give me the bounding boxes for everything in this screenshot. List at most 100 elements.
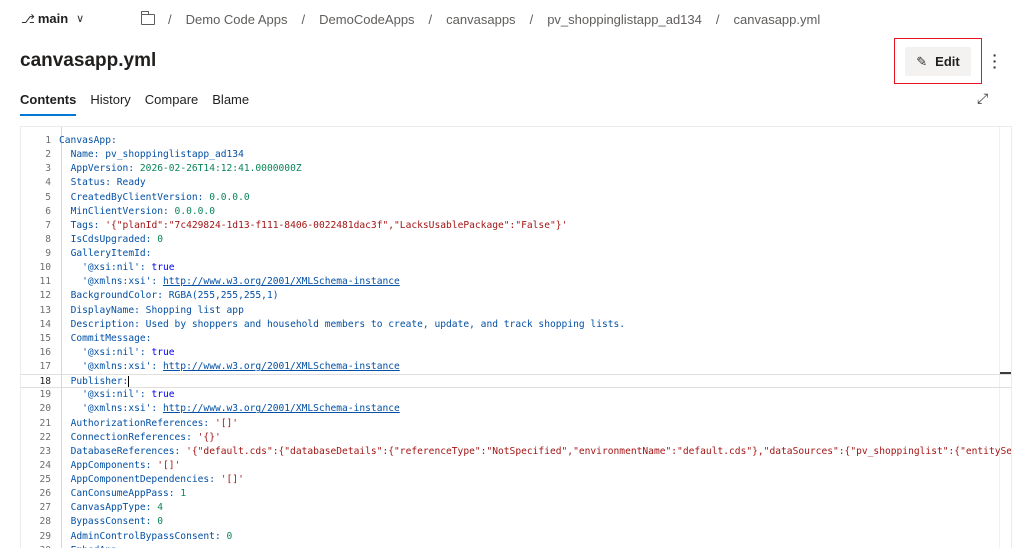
code-line: 25 AppComponentDependencies: '[]': [21, 473, 1011, 487]
tab-compare[interactable]: Compare: [145, 92, 198, 116]
line-number: 19: [39, 389, 51, 401]
code-line: 1 CanvasApp:: [21, 134, 1011, 148]
yaml-colon: :: [117, 545, 123, 548]
code-line: 21 AuthorizationReferences: '[]': [21, 417, 1011, 431]
tab-blame[interactable]: Blame: [212, 92, 249, 116]
breadcrumb-item[interactable]: DemoCodeApps: [319, 12, 414, 27]
yaml-value[interactable]: http://www.w3.org/2001/XMLSchema-instanc…: [163, 403, 400, 414]
yaml-key: Name: [70, 149, 94, 161]
line-number: 14: [39, 318, 51, 330]
yaml-colon: :: [209, 474, 215, 485]
yaml-colon: :: [168, 488, 175, 500]
yaml-value: 2026-02-26T14:12:41.0000000Z: [139, 163, 302, 175]
line-number: 6: [45, 205, 51, 217]
yaml-colon: :: [145, 248, 152, 259]
yaml-value[interactable]: http://www.w3.org/2001/XMLSchema-instanc…: [163, 361, 400, 372]
code-text: IsCdsUpgraded: 0: [59, 233, 163, 247]
tab-contents[interactable]: Contents: [20, 92, 77, 116]
code-line: 7 Tags: '{"planId":"7c429824-1d13-f111-8…: [21, 219, 1011, 233]
yaml-value: 0: [226, 530, 233, 542]
yaml-key: '@xsi:nil': [82, 262, 140, 274]
yaml-value: 0.0.0.0: [174, 205, 215, 217]
line-number: 23: [39, 445, 51, 457]
code-line: 18 Publisher:: [21, 374, 1011, 389]
yaml-colon: :: [151, 276, 158, 288]
edit-highlight-box: ✎ Edit: [894, 38, 982, 84]
breadcrumb-item-current[interactable]: canvasapp.yml: [734, 12, 821, 27]
yaml-key: '@xsi:nil': [82, 389, 140, 401]
yaml-value: Shopping list app: [145, 304, 244, 316]
pencil-icon: ✎: [916, 53, 928, 69]
code-text: DisplayName: Shopping list app: [59, 304, 244, 318]
edit-button[interactable]: ✎ Edit: [905, 47, 971, 76]
line-number: 8: [45, 233, 51, 245]
yaml-value: true: [151, 389, 175, 401]
yaml-key: '@xsi:nil': [82, 346, 140, 358]
yaml-key: MinClientVersion: [70, 205, 163, 217]
code-text: Publisher:: [59, 375, 130, 389]
breadcrumb-separator: /: [715, 12, 720, 27]
code-text: EmbedApp:: [59, 544, 123, 548]
line-number: 1: [45, 135, 51, 146]
breadcrumb-item[interactable]: Demo Code Apps: [186, 12, 288, 27]
yaml-value: 1: [180, 488, 187, 500]
code-line: 6 MinClientVersion: 0.0.0.0: [21, 205, 1011, 219]
yaml-colon: :: [214, 530, 221, 542]
code-text: AuthorizationReferences: '[]': [59, 417, 239, 431]
code-line: 12 BackgroundColor: RGBA(255,255,255,1): [21, 289, 1011, 303]
tab-history[interactable]: History: [90, 92, 130, 116]
branch-icon: ⎇: [21, 11, 35, 26]
yaml-value: true: [151, 262, 175, 274]
yaml-key: AppComponents: [70, 459, 146, 471]
code-line: 15 CommitMessage:: [21, 332, 1011, 346]
more-icon[interactable]: · · ·: [990, 48, 1000, 74]
yaml-colon: :: [145, 233, 152, 245]
expand-icon[interactable]: ⤢: [977, 90, 988, 107]
yaml-colon: :: [145, 502, 152, 514]
code-text: CommitMessage:: [59, 332, 152, 346]
code-text: GalleryItemId:: [59, 247, 152, 261]
code-line: 2 Name: pv_shoppinglistapp_ad134: [21, 148, 1011, 162]
yaml-value: '{"planId":"7c429824-1d13-f111-8406-0022…: [105, 219, 568, 231]
yaml-colon: :: [186, 431, 192, 443]
breadcrumb-item[interactable]: canvasapps: [446, 12, 515, 27]
code-line: 26 CanConsumeAppPass: 1: [21, 487, 1011, 501]
code-text: '@xmlns:xsi': http://www.w3.org/2001/XML…: [59, 402, 400, 416]
code-editor[interactable]: 1 CanvasApp: 2 Name: pv_shoppinglistapp_ad…: [20, 126, 1012, 548]
code-text: '@xmlns:xsi': http://www.w3.org/2001/XML…: [59, 275, 400, 289]
yaml-value[interactable]: http://www.w3.org/2001/XMLSchema-instanc…: [163, 276, 400, 287]
yaml-colon: :: [134, 318, 140, 330]
yaml-key: AuthorizationReferences: [70, 417, 204, 429]
yaml-key: Status: [70, 177, 106, 189]
code-text: AdminControlBypassConsent: 0: [59, 530, 233, 544]
yaml-key: DisplayName: [70, 304, 135, 316]
code-text: ConnectionReferences: '{}': [59, 431, 221, 445]
breadcrumb: / Demo Code Apps / DemoCodeApps / canvas…: [141, 11, 821, 27]
line-number: 24: [39, 459, 51, 471]
yaml-key: EmbedApp: [71, 545, 117, 548]
yaml-colon: :: [157, 290, 163, 302]
code-text: DatabaseReferences: '{"default.cds":{"da…: [59, 445, 1011, 459]
yaml-key: ConnectionReferences: [70, 431, 187, 443]
code-line: 20 '@xmlns:xsi': http://www.w3.org/2001/…: [21, 402, 1011, 416]
chevron-down-icon: ∨: [76, 13, 85, 25]
yaml-key: '@xmlns:xsi': [82, 403, 152, 415]
line-number: 10: [39, 262, 51, 274]
code-line: 16 '@xsi:nil': true: [21, 346, 1011, 360]
yaml-key: Publisher: [70, 376, 123, 388]
branch-selector[interactable]: ⎇ main ∨: [21, 11, 84, 26]
yaml-key: BypassConsent: [70, 516, 146, 528]
code-lines: 1 CanvasApp: 2 Name: pv_shoppinglistapp_ad…: [21, 127, 1011, 548]
code-text: AppVersion: 2026-02-26T14:12:41.0000000Z: [59, 162, 302, 176]
code-line: 22 ConnectionReferences: '{}': [21, 431, 1011, 445]
code-line: 13 DisplayName: Shopping list app: [21, 304, 1011, 318]
code-line: 28 BypassConsent: 0: [21, 515, 1011, 529]
breadcrumb-item[interactable]: pv_shoppinglistapp_ad134: [547, 12, 702, 27]
text-cursor: [128, 375, 130, 387]
code-line: 4 Status: Ready: [21, 176, 1011, 190]
yaml-colon: :: [145, 459, 152, 471]
line-number: 18: [39, 376, 51, 388]
yaml-key: BackgroundColor: [70, 290, 158, 302]
code-text: CanvasApp:: [59, 134, 117, 148]
yaml-key: Tags: [70, 219, 94, 231]
